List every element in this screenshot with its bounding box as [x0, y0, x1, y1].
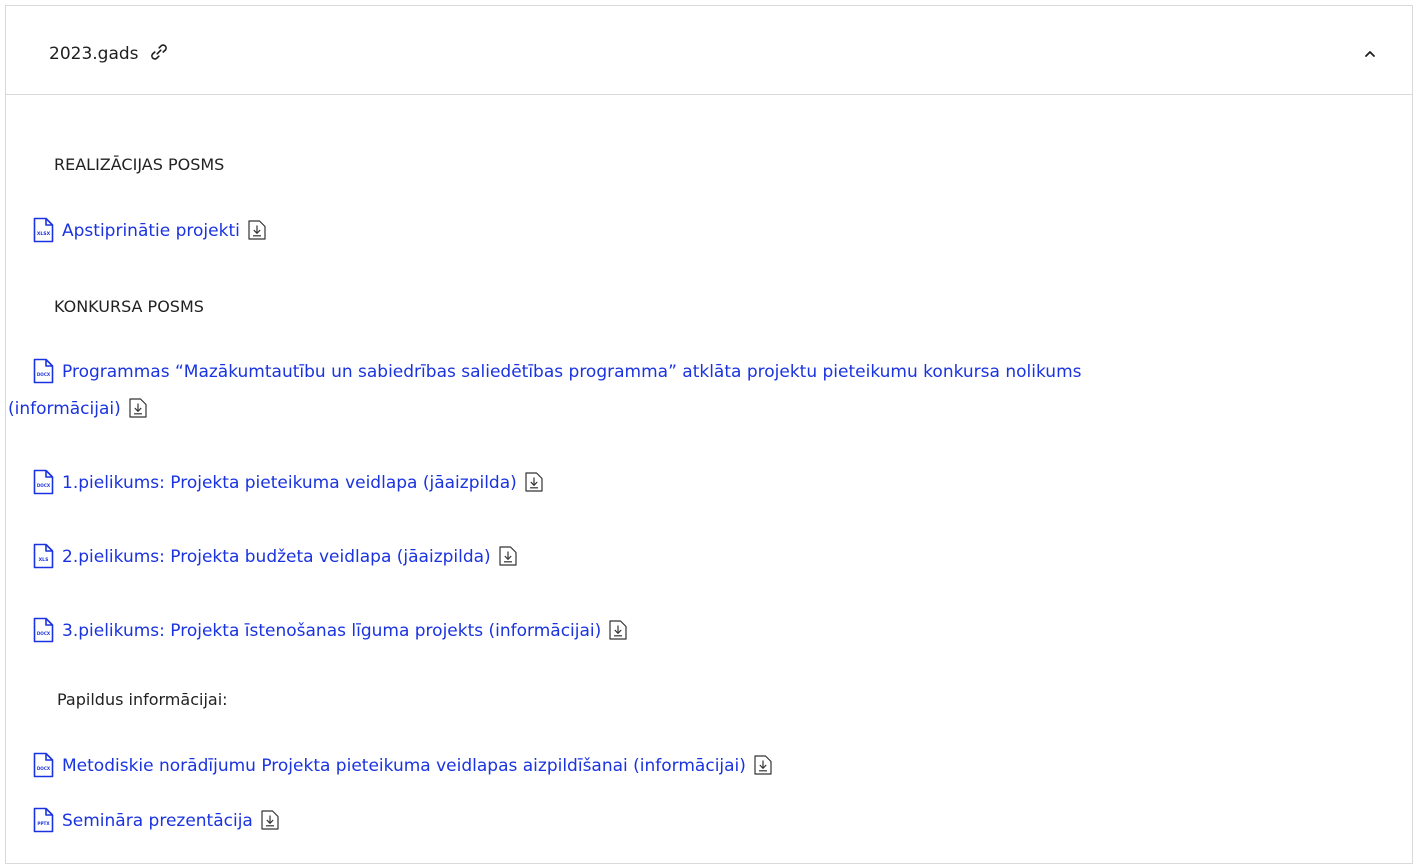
download-icon[interactable] [261, 810, 279, 830]
link-icon[interactable] [149, 42, 169, 62]
download-icon[interactable] [609, 620, 627, 640]
download-icon[interactable] [129, 398, 147, 418]
accordion-title: 2023.gads [49, 44, 139, 64]
download-icon[interactable] [499, 546, 517, 566]
pptx-file-icon: PPTX [33, 807, 54, 833]
svg-text:DOCX: DOCX [37, 631, 51, 636]
file-link[interactable]: Metodiskie norādījumu Projekta pieteikum… [62, 756, 746, 776]
xls-file-icon: XLS [33, 543, 54, 569]
svg-text:XLS: XLS [39, 557, 49, 563]
file-link[interactable]: 2.pielikums: Projekta budžeta veidlapa (… [62, 547, 491, 567]
chevron-up-icon[interactable] [1358, 42, 1382, 66]
docx-file-icon: DOCX [33, 617, 54, 643]
file-row[interactable]: DOCX Metodiskie norādījumu Projekta piet… [33, 750, 1373, 782]
file-row[interactable]: XLSX Apstiprinātie projekti [33, 215, 1373, 247]
section-heading-konkursa: KONKURSA POSMS [54, 297, 204, 316]
file-link[interactable]: 3.pielikums: Projekta īstenošanas līguma… [62, 621, 601, 641]
file-link[interactable]: Programmas “Mazākumtautību un sabiedrība… [62, 362, 1082, 382]
xlsx-file-icon: XLSX [33, 217, 54, 243]
file-row[interactable]: XLS 2.pielikums: Projekta budžeta veidla… [33, 541, 1373, 573]
file-link[interactable]: Apstiprinātie projekti [62, 221, 240, 241]
file-row-continuation[interactable]: (informācijai) [8, 393, 1348, 425]
svg-text:DOCX: DOCX [37, 372, 51, 377]
download-icon[interactable] [248, 220, 266, 240]
download-icon[interactable] [754, 755, 772, 775]
file-link[interactable]: 1.pielikums: Projekta pieteikuma veidlap… [62, 473, 517, 493]
svg-text:PPTX: PPTX [37, 821, 50, 826]
svg-text:DOCX: DOCX [37, 766, 51, 771]
file-row[interactable]: DOCX Programmas “Mazākumtautību un sabie… [33, 356, 1373, 388]
file-row[interactable]: DOCX 1.pielikums: Projekta pieteikuma ve… [33, 467, 1373, 499]
file-row[interactable]: PPTX Semināra prezentācija [33, 805, 1373, 837]
file-row[interactable]: DOCX 3.pielikums: Projekta īstenošanas l… [33, 615, 1373, 647]
file-link[interactable]: (informācijai) [8, 399, 121, 419]
docx-file-icon: DOCX [33, 469, 54, 495]
accordion-body: REALIZĀCIJAS POSMS XLSX Apstiprinātie pr… [5, 94, 1413, 864]
file-link[interactable]: Semināra prezentācija [62, 811, 253, 831]
accordion-header[interactable]: 2023.gads [5, 5, 1413, 95]
docx-file-icon: DOCX [33, 752, 54, 778]
download-icon[interactable] [525, 472, 543, 492]
section-heading-realizacijas: REALIZĀCIJAS POSMS [54, 155, 225, 174]
accordion-title-row[interactable]: 2023.gads [49, 42, 169, 66]
svg-text:DOCX: DOCX [37, 483, 51, 488]
docx-file-icon: DOCX [33, 358, 54, 384]
svg-text:XLSX: XLSX [37, 231, 51, 237]
section-heading-papildus: Papildus informācijai: [57, 690, 228, 709]
